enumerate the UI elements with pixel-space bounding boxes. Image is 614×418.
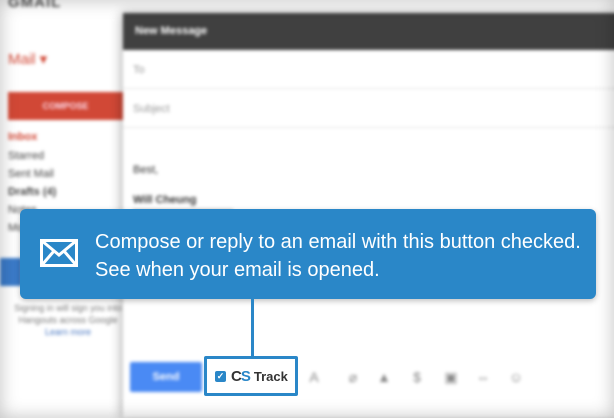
hangouts-text: Signing in will sign you into Hangouts a…	[14, 303, 122, 337]
body-text[interactable]: Best,	[133, 164, 158, 176]
folder-starred[interactable]: Starred	[8, 150, 44, 162]
cs-track-label: Track	[253, 368, 288, 384]
folder-drafts[interactable]: Drafts (4)	[8, 186, 56, 198]
photo-icon[interactable]: ▣	[443, 369, 459, 385]
hangouts-avatar[interactable]	[0, 258, 22, 286]
learn-more-link[interactable]: Learn more	[45, 327, 91, 337]
cs-logo: CS	[231, 367, 251, 385]
compose-header: New Message	[123, 13, 614, 50]
checkbox-checked-icon[interactable]: ✓	[215, 370, 226, 382]
to-field[interactable]: To	[123, 50, 614, 89]
link-icon[interactable]: ⇔	[475, 369, 491, 385]
cs-track-toggle[interactable]: ✓ CS Track	[204, 356, 298, 396]
money-icon[interactable]: $	[409, 369, 425, 385]
signature-name: Will Cheung	[133, 194, 197, 206]
callout-message: Compose or reply to an email with this b…	[95, 231, 581, 281]
callout-connector	[251, 299, 254, 356]
gmail-compose-button[interactable]: COMPOSE	[8, 92, 123, 120]
folder-inbox[interactable]: Inbox	[8, 131, 37, 143]
attach-icon[interactable]: ⌀	[345, 369, 361, 385]
subject-field[interactable]: Subject	[123, 89, 614, 128]
drive-icon[interactable]: ▲	[376, 369, 392, 385]
emoji-icon[interactable]: ☺	[508, 369, 524, 385]
tooltip-callout: Compose or reply to an email with this b…	[20, 209, 596, 299]
folder-sent[interactable]: Sent Mail	[8, 168, 54, 180]
gmail-logo: GMAIL	[8, 0, 62, 11]
formatting-icon[interactable]: A	[306, 369, 322, 385]
envelope-icon	[40, 239, 78, 272]
cs-track-inner[interactable]: ✓ CS Track	[207, 359, 295, 393]
send-button[interactable]: Send	[130, 362, 202, 392]
compose-title: New Message	[135, 25, 208, 37]
mail-dropdown[interactable]: Mail ▾	[8, 50, 47, 68]
